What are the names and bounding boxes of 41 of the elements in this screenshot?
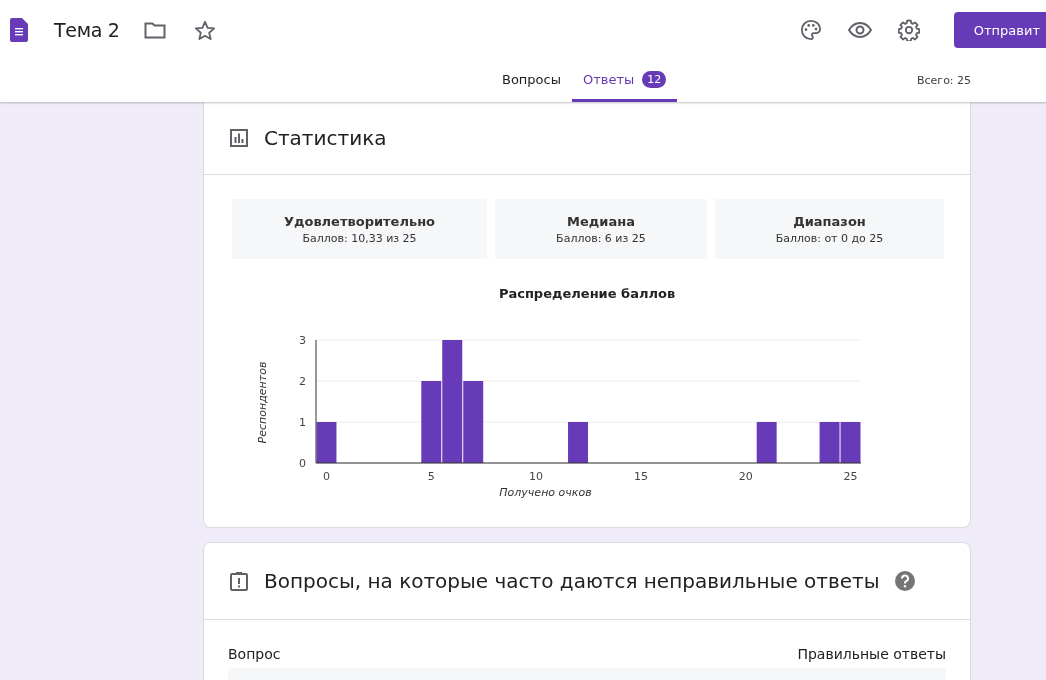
star-icon[interactable]: [193, 19, 216, 41]
y-tick-label: 3: [299, 334, 306, 347]
y-axis-label: Респондентов: [256, 361, 269, 444]
clipboard-alert-icon: [230, 571, 248, 591]
stat-value: Баллов: 6 из 25: [556, 231, 646, 245]
tab[interactable]: Вопросы: [491, 60, 572, 102]
y-tick-label: 1: [299, 416, 306, 429]
x-axis-label: Получено очков: [499, 486, 592, 499]
stat-label: Диапазон: [793, 213, 866, 229]
stat-value: Баллов: от 0 до 25: [775, 231, 884, 245]
count-badge: 12: [642, 71, 667, 88]
stat-value: Баллов: 10,33 из 25: [302, 231, 417, 245]
palette-icon[interactable]: [799, 19, 822, 41]
eye-icon[interactable]: [847, 22, 872, 38]
x-tick-label: 0: [323, 470, 330, 483]
histogram-bar: [840, 422, 861, 463]
folder-icon[interactable]: [143, 21, 166, 39]
x-tick-label: 25: [843, 470, 858, 483]
histogram-bar: [568, 422, 588, 463]
stat-label: Медиана: [567, 213, 635, 229]
send-button[interactable]: Отправит: [953, 12, 1046, 48]
bar-chart-icon: [230, 129, 248, 147]
histogram-bar: [819, 422, 840, 463]
column-header: Правильные ответы: [797, 646, 946, 662]
x-tick-label: 10: [529, 470, 544, 483]
help-icon[interactable]: [893, 570, 916, 592]
histogram-bar: [756, 422, 777, 463]
x-tick-label: 20: [738, 470, 753, 483]
card-title: Статистика: [264, 126, 387, 150]
x-tick-label: 15: [633, 470, 648, 483]
card-title: Вопросы, на которые часто даются неправильные ответы: [264, 569, 880, 593]
y-tick-label: 0: [299, 457, 306, 470]
total-points: Всего: 25: [917, 74, 972, 87]
form-document-icon[interactable]: [10, 18, 28, 42]
x-tick-label: 5: [427, 470, 435, 483]
form-title[interactable]: Тема 2: [54, 19, 120, 41]
chart-title: Распределение баллов: [497, 286, 677, 301]
column-header: Вопрос: [228, 646, 281, 662]
stat-label: Удовлетворительно: [283, 213, 436, 229]
settings-icon[interactable]: [897, 19, 920, 41]
y-tick-label: 2: [299, 375, 306, 388]
